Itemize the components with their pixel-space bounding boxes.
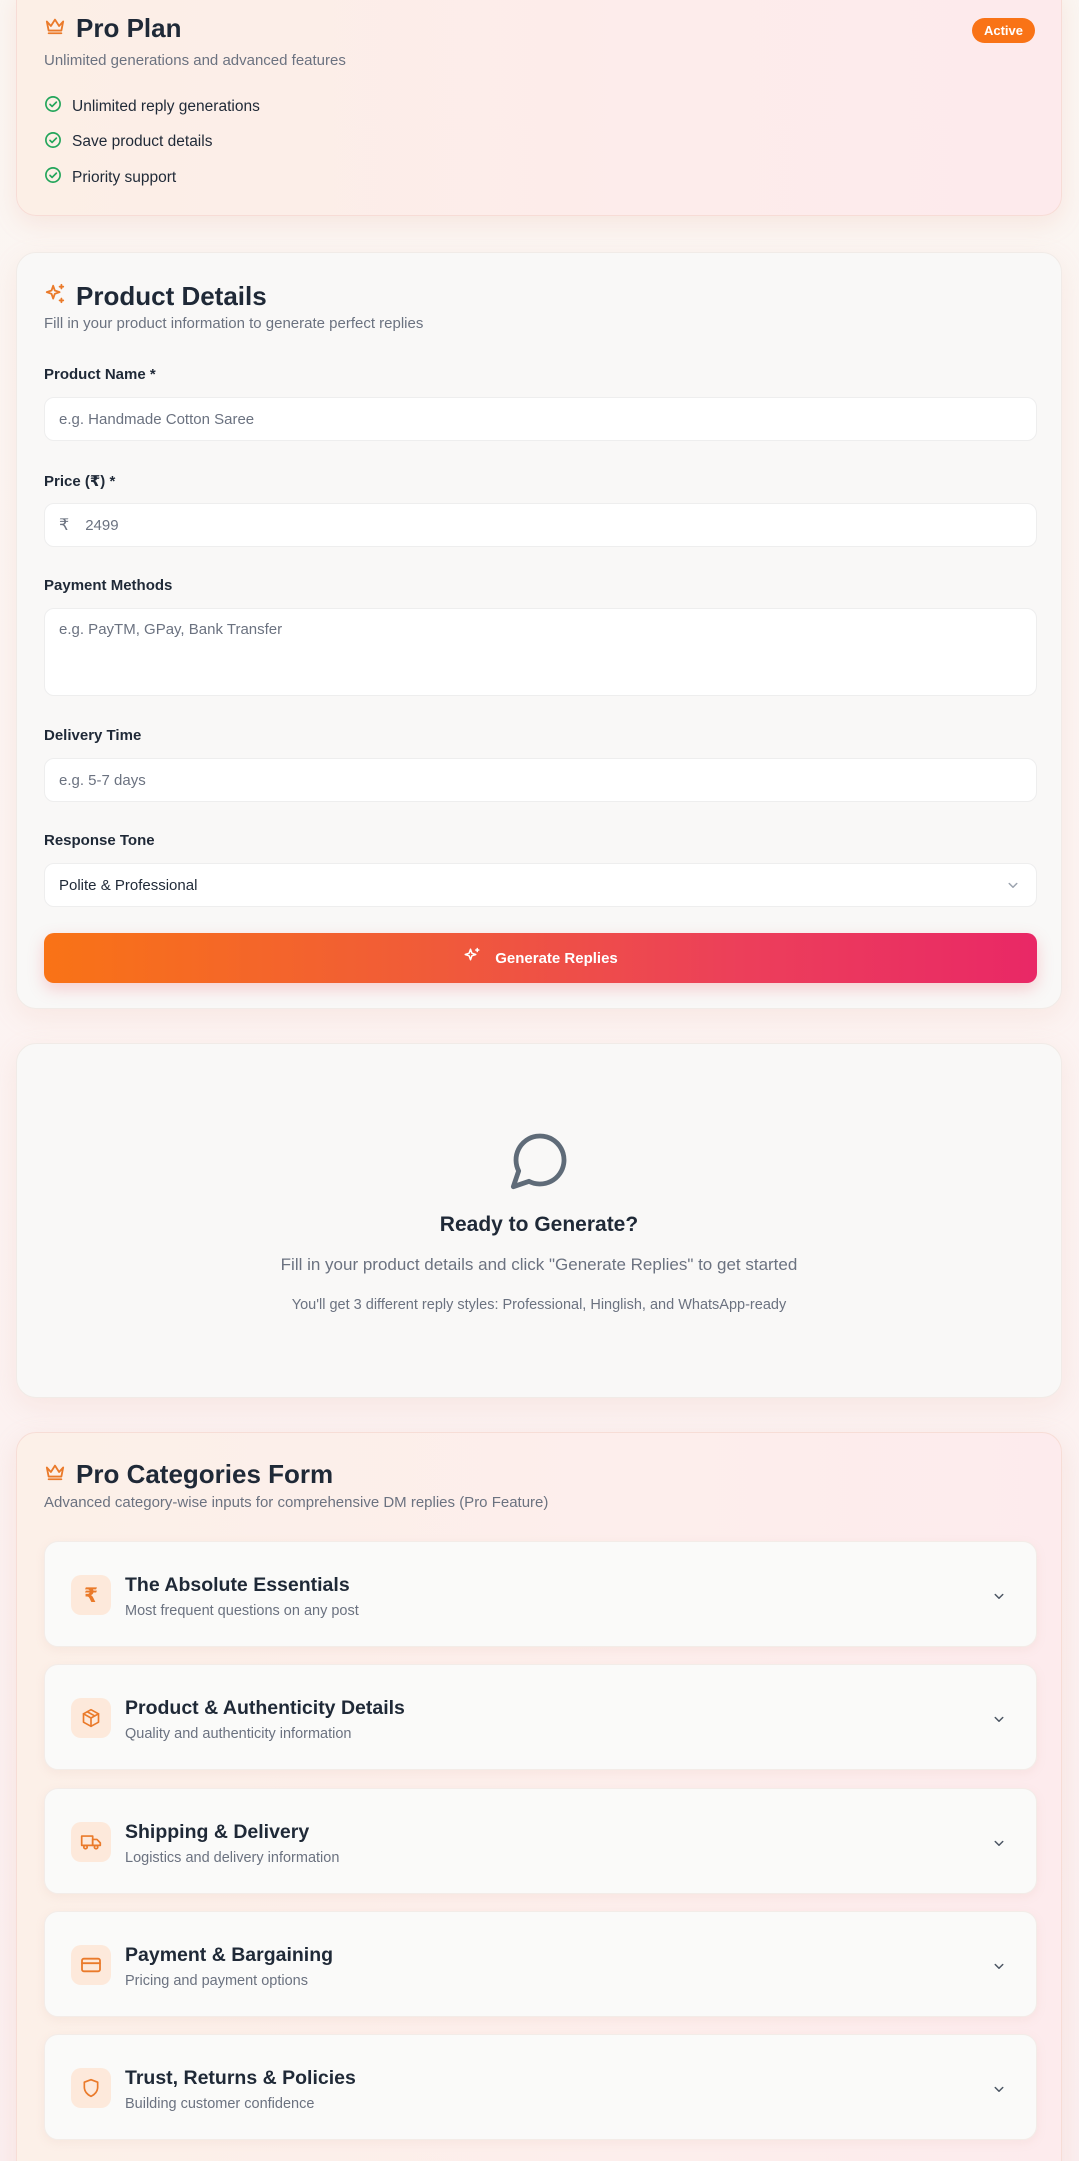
plan-feature-item: Save product details	[44, 125, 260, 161]
chevron-down-icon	[1004, 876, 1022, 898]
chevron-down-icon	[990, 1587, 1008, 1610]
empty-state-card: Ready to Generate? Fill in your product …	[16, 1043, 1062, 1398]
empty-state-title: Ready to Generate?	[439, 1213, 639, 1236]
category-title: Shipping & Delivery	[125, 1821, 310, 1843]
plan-features-list: Unlimited reply generations Save product…	[44, 89, 260, 196]
details-subtitle: Fill in your product information to gene…	[44, 315, 424, 332]
category-title: Payment & Bargaining	[125, 1944, 334, 1966]
chevron-down-icon	[990, 1710, 1008, 1733]
category-accordion-essentials[interactable]: ₹ The Absolute Essentials Most frequent …	[44, 1541, 1037, 1647]
pro-categories-card: Pro Categories Form Advanced category-wi…	[16, 1432, 1062, 2161]
crown-icon	[44, 1462, 66, 1487]
category-title: The Absolute Essentials	[125, 1574, 350, 1596]
payment-methods-placeholder: e.g. PayTM, GPay, Bank Transfer	[59, 621, 283, 638]
plan-feature-label: Unlimited reply generations	[72, 97, 260, 115]
categories-header: Pro Categories Form	[44, 1459, 333, 1490]
page: Pro Plan Active Unlimited generations an…	[0, 0, 1079, 2161]
category-subtitle: Building customer confidence	[125, 2096, 315, 2112]
check-circle-icon	[44, 95, 62, 118]
chevron-down-icon	[990, 1834, 1008, 1857]
delivery-time-placeholder: e.g. 5-7 days	[59, 771, 146, 789]
response-tone-label: Response Tone	[44, 832, 155, 849]
category-subtitle: Most frequent questions on any post	[125, 1603, 359, 1619]
response-tone-select[interactable]: Polite & Professional	[44, 863, 1037, 907]
response-tone-value: Polite & Professional	[59, 876, 198, 894]
empty-state-note: You'll get 3 different reply styles: Pro…	[291, 1297, 787, 1313]
rupee-prefix: ₹	[59, 517, 70, 534]
category-accordion-product-authenticity[interactable]: Product & Authenticity Details Quality a…	[44, 1664, 1037, 1770]
category-title: Product & Authenticity Details	[125, 1697, 405, 1719]
plan-feature-item: Unlimited reply generations	[44, 89, 260, 125]
categories-title: Pro Categories Form	[76, 1459, 334, 1489]
details-title: Product Details	[76, 281, 267, 311]
sparkles-icon	[463, 947, 481, 969]
shield-icon	[71, 2068, 111, 2108]
plan-feature-item: Priority support	[44, 160, 260, 196]
payment-methods-textarea[interactable]: e.g. PayTM, GPay, Bank Transfer	[44, 608, 1037, 696]
crown-icon	[44, 16, 66, 41]
details-header: Product Details	[44, 281, 267, 312]
category-accordion-trust[interactable]: Trust, Returns & Policies Building custo…	[44, 2034, 1037, 2140]
product-name-input[interactable]: e.g. Handmade Cotton Saree	[44, 397, 1037, 441]
category-accordion-shipping[interactable]: Shipping & Delivery Logistics and delive…	[44, 1788, 1037, 1894]
sparkles-icon	[44, 283, 66, 310]
category-accordion-payment[interactable]: Payment & Bargaining Pricing and payment…	[44, 1911, 1037, 2017]
product-details-card: Product Details Fill in your product inf…	[16, 252, 1062, 1009]
generate-replies-label: Generate Replies	[495, 949, 618, 967]
category-title: Trust, Returns & Policies	[125, 2067, 356, 2089]
generate-replies-button[interactable]: Generate Replies	[44, 933, 1037, 983]
package-icon	[71, 1698, 111, 1738]
truck-icon	[71, 1822, 111, 1862]
message-circle-icon	[508, 1128, 572, 1197]
product-name-label: Product Name *	[44, 366, 156, 383]
delivery-time-label: Delivery Time	[44, 727, 142, 744]
category-subtitle: Quality and authenticity information	[125, 1726, 352, 1742]
payment-methods-label: Payment Methods	[44, 577, 173, 594]
pro-plan-card: Pro Plan Active Unlimited generations an…	[16, 0, 1062, 216]
delivery-time-input[interactable]: e.g. 5-7 days	[44, 758, 1037, 802]
product-name-placeholder: e.g. Handmade Cotton Saree	[59, 410, 255, 428]
price-input[interactable]: ₹ 2499	[44, 503, 1037, 547]
status-badge: Active	[971, 18, 1035, 43]
chevron-down-icon	[990, 1957, 1008, 1980]
check-circle-icon	[44, 166, 62, 189]
rupee-icon: ₹	[71, 1575, 111, 1615]
categories-subtitle: Advanced category-wise inputs for compre…	[44, 1494, 549, 1511]
plan-feature-label: Priority support	[72, 168, 177, 186]
plan-feature-label: Save product details	[72, 133, 213, 151]
category-subtitle: Pricing and payment options	[125, 1973, 308, 1989]
plan-header: Pro Plan	[44, 13, 181, 44]
plan-title: Pro Plan	[76, 13, 182, 43]
price-label: Price (₹) *	[44, 473, 116, 490]
credit-card-icon	[71, 1945, 111, 1985]
check-circle-icon	[44, 131, 62, 154]
chevron-down-icon	[990, 2080, 1008, 2103]
plan-subtitle: Unlimited generations and advanced featu…	[44, 52, 346, 69]
price-placeholder: 2499	[85, 516, 119, 534]
category-subtitle: Logistics and delivery information	[125, 1850, 340, 1866]
empty-state-description: Fill in your product details and click "…	[280, 1255, 798, 1274]
